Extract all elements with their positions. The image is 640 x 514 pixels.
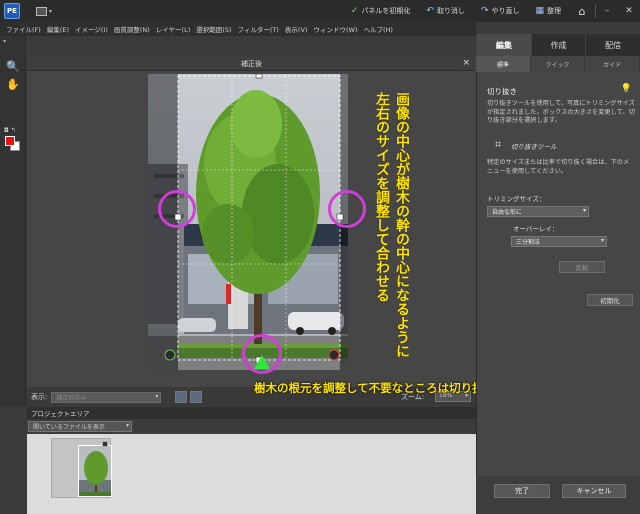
reset-button[interactable]: 初期化	[587, 294, 633, 306]
menu-view[interactable]: 表示(V)	[282, 24, 311, 34]
photo-thumbnail[interactable]	[78, 445, 112, 497]
undo-icon: ↶	[426, 6, 434, 16]
workspace-mode-button[interactable]: ▾	[36, 5, 54, 17]
menu-bar: ファイル(F) 編集(E) イメージ(I) 画質調整(N) レイヤー(L) 選択…	[0, 22, 476, 36]
reset-panels-button[interactable]: ✓ パネルを初期化	[343, 0, 419, 22]
chevron-down-icon: ▾	[49, 7, 53, 15]
chevron-down-icon: ▾	[125, 422, 129, 429]
subtab-quick[interactable]: クイック	[531, 56, 586, 72]
home-icon[interactable]: ⌂	[575, 4, 589, 18]
overlay-label: オーバーレイ：	[513, 225, 559, 233]
redo-label: やり直し	[491, 7, 520, 15]
undo-label: 取り消し	[436, 7, 465, 15]
crop-icon[interactable]: ⌗	[491, 138, 505, 152]
document-title-bar: 補正後 ×	[27, 57, 476, 71]
trim-size-value: 自由な形に	[492, 209, 523, 216]
view-select[interactable]: 補正前のみ ▾	[51, 391, 162, 403]
chevron-down-icon: ▾	[582, 207, 586, 214]
right-handle-highlight	[328, 190, 366, 228]
tab-edit[interactable]: 編集	[476, 34, 531, 56]
collapse-toolbox-icon[interactable]: ▾	[3, 38, 6, 45]
view-select-value: 補正前のみ	[56, 394, 87, 402]
annotation-adjust-sides: 左右のサイズを調整して合わせる	[374, 92, 390, 302]
organize-button[interactable]: ▦ 整理	[527, 0, 569, 22]
left-handle-highlight	[158, 190, 196, 228]
close-document-icon[interactable]: ×	[462, 58, 470, 68]
hand-tool-icon[interactable]: ✋	[4, 76, 22, 92]
app-logo-icon: PE	[4, 3, 20, 19]
toolbox: ▾ 🔍 ✋ ◘ ↰	[0, 36, 26, 406]
cancel-button[interactable]: キャンセル	[562, 484, 626, 498]
lightbulb-icon[interactable]: 💡	[621, 84, 632, 94]
foreground-color-swatch[interactable]	[5, 136, 15, 146]
panel-description-2: 特定のサイズまたは比率で切り抜く場合は、下のメニューを使用してください。	[487, 159, 630, 175]
trim-size-select[interactable]: 自由な形に ▾	[487, 206, 589, 217]
document-title: 補正後	[241, 60, 262, 68]
panel-tabs: 編集 作成 配信	[476, 34, 640, 56]
title-bar-actions: ✓ パネルを初期化 ↶ 取り消し ↷ やり直し ▦ 整理 ⌂ – ✕	[343, 0, 640, 22]
project-filter-value: 開いているファイルを表示	[33, 424, 105, 431]
redo-button[interactable]: ↷ やり直し	[473, 0, 528, 22]
minimize-icon[interactable]: –	[596, 0, 618, 22]
menu-enhance[interactable]: 画質調整(N)	[111, 24, 153, 34]
menu-file[interactable]: ファイル(F)	[3, 24, 44, 34]
panel-footer: 完了 キャンセル	[476, 476, 640, 514]
default-colors-icon[interactable]: ◘ ↰	[4, 127, 16, 134]
subtab-full[interactable]: 標準	[476, 56, 531, 72]
workspace-icon	[36, 6, 47, 16]
reset-panels-label: パネルを初期化	[361, 7, 411, 15]
crop-tool-name: 切り抜きツール	[511, 143, 557, 151]
project-filter-select[interactable]: 開いているファイルを表示 ▾	[28, 421, 132, 432]
layout-single-icon[interactable]	[175, 391, 188, 403]
menu-edit[interactable]: 編集(E)	[44, 24, 72, 34]
bottom-marker-arrow	[254, 355, 270, 369]
redo-icon: ↷	[480, 6, 489, 16]
menu-help[interactable]: ヘルプ(H)	[360, 24, 395, 34]
organizer-icon: ▦	[535, 6, 544, 16]
chevron-down-icon: ▾	[600, 237, 604, 244]
reset-icon: ✓	[350, 6, 359, 16]
tab-create[interactable]: 作成	[530, 34, 586, 56]
trim-size-label: トリミングサイズ：	[487, 195, 546, 203]
panel-subtabs: 標準 クイック ガイド	[476, 56, 640, 72]
thumbnail-frame[interactable]	[51, 438, 112, 498]
chevron-down-icon: ▾	[155, 392, 159, 400]
title-bar: PE ▾ ✓ パネルを初期化 ↶ 取り消し ↷ やり直し ▦ 整理 ⌂ – ✕	[0, 0, 640, 22]
tab-share[interactable]: 配信	[585, 34, 640, 56]
annotation-center-trunk: 画像の中心が樹木の幹の中心になるように	[394, 92, 410, 358]
menu-window[interactable]: ウィンドウ(W)	[310, 24, 360, 34]
crop-tool-panel: 切り抜き 💡 切り抜きツールを使用して、写真にトリミングサイズが指定されました。…	[476, 72, 640, 514]
undo-button[interactable]: ↶ 取り消し	[418, 0, 473, 22]
panel-description: 切り抜きツールを使用して、写真にトリミングサイズが指定されました。ボックスの大き…	[487, 100, 635, 124]
app-window: PE ▾ ✓ パネルを初期化 ↶ 取り消し ↷ やり直し ▦ 整理 ⌂ – ✕ …	[0, 0, 640, 514]
overlay-select[interactable]: 三分割法 ▾	[511, 236, 607, 247]
overlay-value: 三分割法	[516, 239, 541, 246]
menu-layer[interactable]: レイヤー(L)	[153, 24, 194, 34]
organize-label: 整理	[547, 7, 561, 15]
rotate-button[interactable]: 反転	[559, 261, 605, 273]
menu-filter[interactable]: フィルター(T)	[235, 24, 282, 34]
view-label: 表示:	[31, 393, 48, 401]
menu-image[interactable]: イメージ(I)	[72, 24, 111, 34]
close-window-icon[interactable]: ✕	[618, 0, 640, 22]
project-bin	[27, 434, 476, 514]
thumbnail-image	[79, 446, 111, 496]
thumbnail-badge-icon	[102, 441, 108, 447]
subtab-guided[interactable]: ガイド	[585, 56, 640, 72]
layout-split-icon[interactable]	[190, 391, 203, 403]
menu-select[interactable]: 選択範囲(S)	[193, 24, 234, 34]
done-button[interactable]: 完了	[494, 484, 550, 498]
panel-title: 切り抜き	[487, 87, 517, 96]
project-area-title: プロジェクトエリア	[31, 410, 90, 418]
project-area-header: プロジェクトエリア	[27, 407, 476, 419]
zoom-tool-icon[interactable]: 🔍	[4, 58, 22, 74]
